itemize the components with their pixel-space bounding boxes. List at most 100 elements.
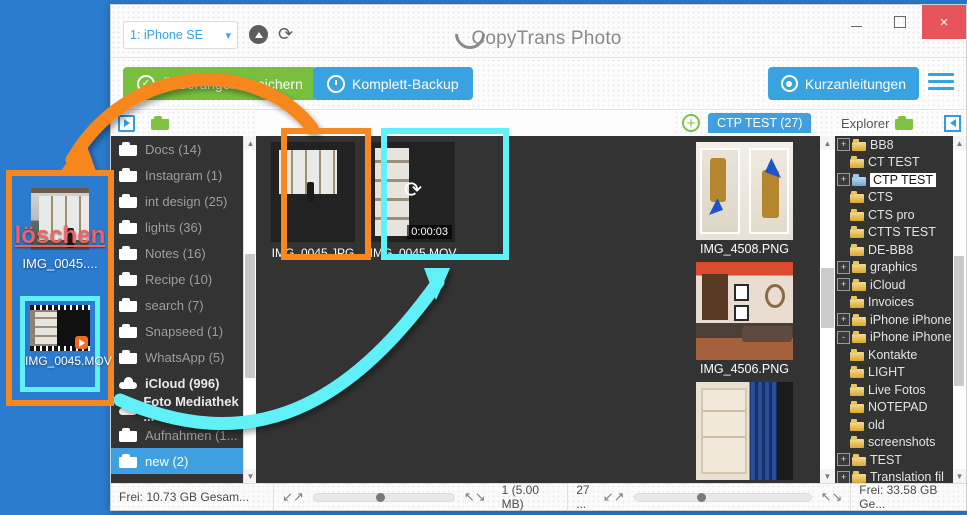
explorer-item-cts[interactable]: CTS <box>835 189 953 207</box>
explorer-item-light[interactable]: LIGHT <box>835 364 953 382</box>
scroll-up-icon[interactable]: ▲ <box>244 136 256 150</box>
tab-albums-icon[interactable] <box>151 116 169 130</box>
grid-item[interactable]: IMG_4503.PNG <box>678 382 811 483</box>
explorer-item-de-bb8[interactable]: DE-BB8 <box>835 241 953 259</box>
scrollbar-thumb[interactable] <box>821 268 834 328</box>
pc-zoom-control[interactable]: ↙↗ ↖↘ <box>603 484 851 510</box>
zoom-in-icon[interactable]: ↖↘ <box>464 489 486 505</box>
hamburger-menu-icon[interactable] <box>928 73 954 94</box>
sidebar-item-lights[interactable]: lights (36) <box>111 214 243 240</box>
sidebar-item-snapseed[interactable]: Snapseed (1) <box>111 318 243 344</box>
scroll-down-icon[interactable]: ▼ <box>953 469 966 483</box>
explorer-item-iphone-1[interactable]: + iPhone iPhone <box>835 311 953 329</box>
explorer-item-kontakte[interactable]: Kontakte <box>835 346 953 364</box>
explorer-item-label: BB8 <box>870 137 894 152</box>
tab-videos[interactable] <box>118 114 135 132</box>
sidebar-item-aufnahmen[interactable]: Aufnahmen (1... <box>111 422 243 448</box>
explorer-item-old[interactable]: old <box>835 416 953 434</box>
quick-guides-button[interactable]: Kurzanleitungen <box>767 67 919 100</box>
scroll-up-icon[interactable]: ▲ <box>953 136 966 150</box>
collapse-icon[interactable]: - <box>837 330 850 344</box>
explorer-item-iphone-2[interactable]: - iPhone iPhone <box>835 329 953 347</box>
scrollbar-thumb[interactable] <box>954 256 964 386</box>
sidebar-item-docs[interactable]: Docs (14) <box>111 136 243 162</box>
explorer-item-label: Translation fil <box>870 470 944 483</box>
explorer-item-cts-pro[interactable]: CTS pro <box>835 206 953 224</box>
grid-scrollbar[interactable]: ▲ ▼ <box>820 136 835 483</box>
expand-icon <box>837 297 848 308</box>
explorer-item-bb8[interactable]: + BB8 <box>835 136 953 154</box>
expand-icon <box>837 437 848 448</box>
explorer-item-screenshots[interactable]: screenshots <box>835 434 953 452</box>
sidebar-item-int-design[interactable]: int design (25) <box>111 188 243 214</box>
expand-icon[interactable]: + <box>837 138 850 152</box>
tab-ctp-test[interactable]: CTP TEST (27) <box>708 113 812 133</box>
scroll-down-icon[interactable]: ▼ <box>244 469 256 483</box>
sidebar-item-recipe[interactable]: Recipe (10) <box>111 266 243 292</box>
add-album-icon[interactable]: + <box>682 114 700 132</box>
grid-item-label: IMG_4508.PNG <box>700 242 789 256</box>
sidebar-item-icloud[interactable]: iCloud (996) <box>111 370 243 396</box>
grid-item[interactable]: IMG_4506.PNG <box>678 262 811 376</box>
explorer-item-graphics[interactable]: + graphics <box>835 259 953 277</box>
explorer-item-ctts-test[interactable]: CTTS TEST <box>835 224 953 242</box>
full-backup-button[interactable]: Komplett-Backup <box>313 67 473 100</box>
scrollbar-thumb[interactable] <box>245 254 255 378</box>
pc-zoom-slider[interactable] <box>633 492 812 502</box>
open-folder-icon[interactable] <box>895 116 914 130</box>
explorer-item-live-fotos[interactable]: Live Fotos <box>835 381 953 399</box>
zoom-out-icon[interactable]: ↙↗ <box>603 489 625 505</box>
folder-icon <box>852 261 866 274</box>
device-zoom-control[interactable]: ↙↗ ↖↘ <box>274 484 494 510</box>
sidebar-item-notes[interactable]: Notes (16) <box>111 240 243 266</box>
minimize-button[interactable] <box>834 5 878 39</box>
collapse-panel-icon[interactable] <box>944 114 961 132</box>
scroll-up-icon[interactable]: ▲ <box>820 136 835 150</box>
scroll-down-icon[interactable]: ▼ <box>820 469 835 483</box>
explorer-item-ct-test[interactable]: CT TEST <box>835 154 953 172</box>
grid-item-label: IMG_4506.PNG <box>700 362 789 376</box>
explorer-item-notepad[interactable]: NOTEPAD <box>835 399 953 417</box>
expand-icon[interactable]: + <box>837 278 850 292</box>
overlay-video-item: IMG_0045.MOV <box>20 296 112 392</box>
device-zoom-slider[interactable] <box>312 492 455 502</box>
zoom-in-icon[interactable]: ↖↘ <box>821 489 843 505</box>
sidebar-scrollbar[interactable]: ▲ ▼ <box>243 136 256 483</box>
maximize-button[interactable] <box>878 5 922 39</box>
delete-annotation-text: löschen <box>14 222 106 249</box>
explorer-item-label: CTP TEST <box>870 172 936 187</box>
explorer-item-test[interactable]: + TEST <box>835 451 953 469</box>
pc-content-panel: IMG_4508.PNG IMG_4506.PNG ▲ ▼ <box>674 136 835 483</box>
expand-icon[interactable]: + <box>837 453 850 467</box>
explorer-item-label: DE-BB8 <box>868 242 914 257</box>
album-icon <box>119 298 137 312</box>
pc-free-space: Frei: 33.58 GB Ge... <box>859 483 938 511</box>
sidebar-item-instagram[interactable]: Instagram (1) <box>111 162 243 188</box>
explorer-item-ctp-test[interactable]: + CTP TEST <box>835 171 953 189</box>
expand-icon[interactable]: + <box>837 313 850 327</box>
explorer-item-label: CTS pro <box>868 207 915 222</box>
expand-icon[interactable]: + <box>837 173 850 187</box>
save-changes-button[interactable]: ✓ Änderungen speichern <box>123 67 317 100</box>
folder-icon <box>852 471 866 483</box>
sidebar-item-whatsapp[interactable]: WhatsApp (5) <box>111 344 243 370</box>
explorer-item-invoices[interactable]: Invoices <box>835 294 953 312</box>
expand-icon <box>837 367 848 378</box>
brand-text: CopyTrans Photo <box>471 28 622 49</box>
sidebar-item-foto-mediathek[interactable]: Foto Mediathek ... <box>111 394 243 424</box>
explorer-title: Explorer <box>841 115 890 131</box>
expand-icon[interactable]: + <box>837 470 850 483</box>
folder-icon <box>852 278 866 291</box>
zoom-out-icon[interactable]: ↙↗ <box>282 489 304 505</box>
grid-item[interactable]: IMG_4508.PNG <box>678 142 811 256</box>
explorer-scrollbar[interactable]: ▲ ▼ <box>953 136 966 483</box>
sidebar-item-search[interactable]: search (7) <box>111 292 243 318</box>
lifebuoy-icon <box>780 75 798 92</box>
expand-icon[interactable]: + <box>837 260 850 274</box>
close-button[interactable]: × <box>922 5 966 39</box>
explorer-item-icloud[interactable]: + iCloud <box>835 276 953 294</box>
sidebar-item-new[interactable]: new (2) <box>111 448 243 474</box>
sidebar-item-label: Instagram (1) <box>145 167 223 183</box>
expand-icon <box>837 384 848 395</box>
explorer-item-translation-files[interactable]: + Translation fil <box>835 469 953 483</box>
